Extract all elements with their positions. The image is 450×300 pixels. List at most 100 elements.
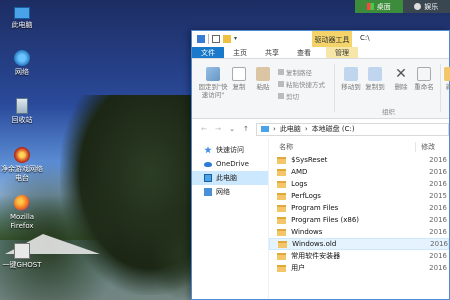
- copy-path-button[interactable]: 复制路径: [278, 67, 312, 77]
- title-bar: ▾ 驱动器工具 C:\: [192, 31, 449, 47]
- game-button[interactable]: 娱乐: [402, 0, 450, 13]
- back-icon[interactable]: ←: [200, 125, 208, 133]
- file-name: Windows: [291, 228, 323, 236]
- paste-shortcut-icon: [278, 81, 284, 87]
- file-date: 2016: [429, 180, 447, 188]
- properties-icon[interactable]: [212, 35, 220, 43]
- address-bar[interactable]: › 此电脑 › 本地磁盘 (C:): [256, 122, 449, 136]
- file-list: 名称 修改 $SysReset 2016 AMD 2016 Logs 2016 Per…: [268, 139, 449, 299]
- desktop-icon-recycle-bin[interactable]: 回收站: [0, 98, 44, 125]
- tab-view[interactable]: 查看: [288, 47, 320, 58]
- list-item[interactable]: AMD 2016: [269, 166, 449, 178]
- delete-label: 删除: [394, 83, 408, 91]
- nav-item-this-pc[interactable]: 此电脑: [192, 171, 269, 185]
- divider: [334, 64, 335, 112]
- explorer-window: ▾ 驱动器工具 C:\ 文件 主页 共享 查看 管理 固定到"快速访问" 复制 …: [191, 30, 450, 300]
- game-radio-icon: [14, 147, 30, 163]
- file-name: Windows.old: [292, 240, 337, 248]
- breadcrumb-this-pc[interactable]: 此电脑: [280, 124, 301, 134]
- rename-icon: [417, 67, 431, 81]
- gear-icon: [414, 3, 422, 10]
- list-item[interactable]: Program Files 2016: [269, 202, 449, 214]
- list-item-selected[interactable]: Windows.old 2016: [269, 238, 449, 250]
- tab-home[interactable]: 主页: [224, 47, 256, 58]
- new-button[interactable]: 新: [444, 67, 450, 91]
- move-to-button[interactable]: 移动到: [340, 67, 362, 91]
- desktop-button[interactable]: 桌面: [355, 0, 403, 13]
- folder-icon: [277, 156, 287, 164]
- paste-shortcut-button[interactable]: 粘贴快捷方式: [278, 79, 325, 89]
- list-item[interactable]: Program Files (x86) 2016: [269, 214, 449, 226]
- rename-button[interactable]: 重命名: [412, 67, 436, 91]
- list-item[interactable]: 用户 2016: [269, 262, 449, 274]
- nav-item-label: 快速访问: [216, 146, 244, 154]
- cut-label: 剪切: [286, 93, 299, 101]
- folder-icon: [277, 264, 287, 272]
- paste-icon: [256, 67, 270, 81]
- desktop-icon-label: Mozilla Firefox: [9, 213, 35, 230]
- folder-icon: [277, 180, 287, 188]
- desktop-icon-this-pc[interactable]: 此电脑: [0, 4, 44, 30]
- tab-manage[interactable]: 管理: [326, 47, 358, 58]
- pin-quick-access-button[interactable]: 固定到"快速访问": [196, 67, 230, 99]
- list-item[interactable]: PerfLogs 2015: [269, 190, 449, 202]
- list-item[interactable]: Windows 2016: [269, 226, 449, 238]
- column-header-name[interactable]: 名称: [269, 142, 415, 152]
- address-bar-row: ← → ⌄ ↑ › 此电脑 › 本地磁盘 (C:): [192, 119, 449, 139]
- new-folder-icon[interactable]: [223, 35, 231, 43]
- desktop-icon-network[interactable]: 网络: [0, 50, 44, 77]
- file-date: 2016: [430, 240, 448, 248]
- file-name: 常用软件安装器: [291, 252, 341, 260]
- copy-to-label: 复制到: [365, 83, 385, 91]
- cloud-icon: [204, 161, 212, 167]
- tab-file[interactable]: 文件: [192, 47, 224, 58]
- contextual-tab-drive-tools: 驱动器工具: [312, 31, 352, 47]
- nav-item-network[interactable]: 网络: [192, 185, 268, 199]
- folder-icon: [277, 204, 287, 212]
- up-icon[interactable]: ↑: [242, 125, 250, 133]
- nav-item-label: 此电脑: [216, 174, 237, 182]
- tab-share[interactable]: 共享: [256, 47, 288, 58]
- forward-icon[interactable]: →: [214, 125, 222, 133]
- network-icon: [204, 188, 212, 196]
- rename-label: 重命名: [414, 83, 434, 91]
- network-icon: [14, 50, 30, 66]
- delete-button[interactable]: ✕ 删除: [394, 67, 408, 91]
- nav-item-quick-access[interactable]: 快速访问: [192, 143, 268, 157]
- desktop-icon-firefox[interactable]: Mozilla Firefox: [0, 195, 44, 231]
- chevron-down-icon[interactable]: ▾: [234, 35, 240, 43]
- folder-icon: [277, 192, 287, 200]
- copy-button[interactable]: 复制: [230, 67, 248, 91]
- cut-icon: [278, 93, 284, 99]
- new-label: 新: [445, 83, 450, 91]
- file-date: 2016: [429, 156, 447, 164]
- file-name: $SysReset: [291, 156, 328, 164]
- paste-button[interactable]: 粘贴: [254, 67, 272, 91]
- folder-icon[interactable]: [197, 35, 205, 43]
- desktop-icon-game-radio[interactable]: 净余游戏网络电台: [0, 147, 44, 183]
- file-name: 用户: [291, 264, 306, 272]
- list-item[interactable]: $SysReset 2016: [269, 154, 449, 166]
- star-icon: [204, 146, 212, 154]
- list-item[interactable]: 常用软件安装器 2016: [269, 250, 449, 262]
- breadcrumb-local-disk[interactable]: 本地磁盘 (C:): [312, 124, 355, 134]
- column-header-date[interactable]: 修改: [415, 141, 435, 152]
- chevron-down-icon[interactable]: ⌄: [228, 125, 236, 133]
- ribbon: 固定到"快速访问" 复制 粘贴 复制路径 粘贴快捷方式 剪切 移动到 复制到 ✕…: [192, 59, 450, 119]
- file-name: Program Files: [291, 204, 339, 212]
- close-icon: ✕: [395, 66, 407, 82]
- list-item[interactable]: Logs 2016: [269, 178, 449, 190]
- breadcrumb-separator: ›: [273, 125, 276, 133]
- move-to-label: 移动到: [341, 83, 361, 91]
- explorer-body: 快速访问 OneDrive 此电脑 网络 名称 修改 $SysReset 2016…: [192, 139, 449, 299]
- folder-icon: [277, 252, 287, 260]
- move-to-icon: [344, 67, 358, 81]
- recycle-bin-icon: [16, 98, 28, 114]
- desktop-icon-ghost[interactable]: 一键GHOST: [0, 243, 44, 270]
- pin-label: 固定到"快速访问": [198, 83, 228, 99]
- desktop-icon-label: 此电脑: [11, 21, 33, 29]
- cut-button[interactable]: 剪切: [278, 91, 299, 101]
- copy-to-button[interactable]: 复制到: [364, 67, 386, 91]
- copy-icon: [232, 67, 246, 81]
- nav-item-onedrive[interactable]: OneDrive: [192, 157, 268, 171]
